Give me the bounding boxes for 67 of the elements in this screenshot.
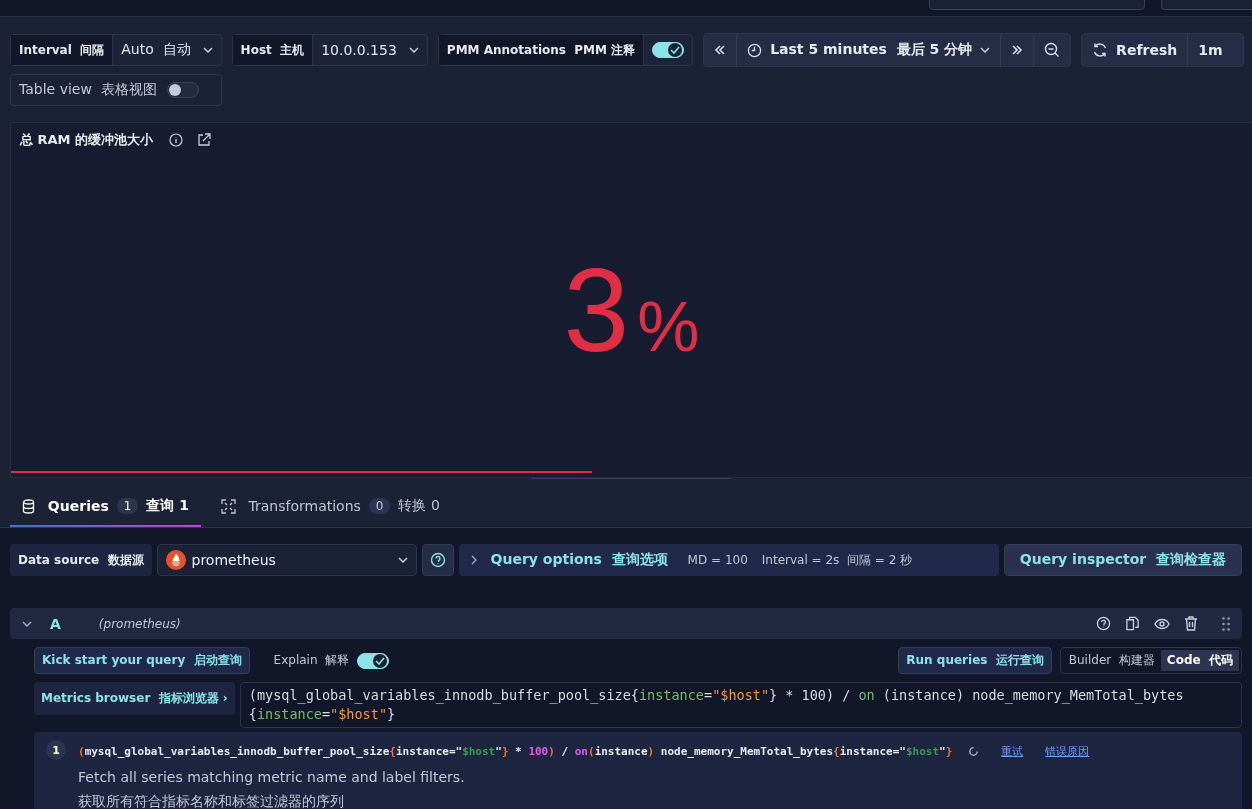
mode-option[interactable]: Builder 构建器 [1062,650,1161,671]
mode-option[interactable]: Code 代码 [1160,650,1239,671]
query-inspector-button[interactable]: Query inspector 查询检查器 [1003,544,1242,576]
data-source-select[interactable]: prometheus [156,544,417,576]
max-data-points: MD = 100 [687,553,748,567]
tab-caption: 转换 0 [398,497,440,515]
query-ref: A [50,615,61,632]
info-icon[interactable] [169,133,184,147]
query-editor[interactable]: (mysql_global_variables_innodb_buffer_pool_size{instance="$host"} * 100) / on (instance) node_memory_MemTotal_bytes {instance="$host"} [239,682,1242,728]
variable-label: PMM Annotations PMM 注释 [438,35,644,65]
metrics-browser-button[interactable]: Metrics browser 指标浏览器 › [34,682,235,715]
chevron-down-icon [202,47,213,53]
step-number: 1 [46,740,66,760]
help-icon [429,552,446,568]
count-badge: 1 [116,498,139,514]
loading-spinner-icon [968,746,980,757]
stat-value: 3 [563,251,630,369]
query-options-title: Query options 查询选项 [490,551,668,569]
step-description: Fetch all series matching metric name and label filters. [78,769,466,785]
refresh-button[interactable]: Refresh [1082,34,1188,66]
database-icon [22,498,35,514]
refresh-icon [1092,42,1109,58]
panel-title: 总 RAM 的缓冲池大小 [20,131,154,149]
eye-icon[interactable] [1154,617,1170,630]
run-queries-button[interactable]: Run queries 运行查询 [898,647,1052,674]
data-source-label: Data source 数据源 [10,544,152,576]
variable-label: Interval 间隔 [11,35,113,65]
tab[interactable]: Queries 1 查询 1 [10,493,202,527]
variable-select[interactable]: Auto 自动 [112,35,221,65]
refresh-interval-select[interactable]: 1m [1187,34,1243,66]
check-icon [375,656,386,665]
error-reason-link[interactable]: 错误原因 [1045,744,1090,759]
interval-info: Interval = 2s 间隔 = 2 秒 [761,551,913,569]
chevron-down-icon [408,47,419,53]
zoom-out-icon [1044,42,1061,58]
tab-caption: 查询 1 [146,497,190,515]
chevron-right-icon [470,555,477,565]
count-badge: 0 [368,498,391,514]
kick-start-button[interactable]: Kick start your query 启动查询 [34,647,250,674]
explain-label: Explain 解释 [273,652,350,669]
collapse-icon[interactable] [22,620,32,627]
copy-icon[interactable] [1125,616,1140,631]
variable-select[interactable]: 10.0.0.153 [312,35,427,65]
stat-unit: % [637,292,700,362]
external-link-icon[interactable] [197,133,212,147]
table-view-label: Table view 表格视图 [19,81,157,99]
query-source: (prometheus) [98,616,181,631]
tab[interactable]: Transformations 0 转换 0 [209,493,452,527]
clock-icon [747,42,763,58]
step-description: 获取所有符合指标名称和标签过滤器的序列 [78,793,345,809]
chevron-down-icon [397,557,408,563]
chevron-down-icon [980,47,991,53]
variable-label: Host 主机 [232,35,313,65]
help-icon[interactable] [1096,616,1111,631]
double-chevron-left-icon [714,45,727,55]
check-icon [670,46,681,54]
double-chevron-right-icon [1011,45,1024,55]
drag-handle-icon[interactable] [1222,616,1230,631]
query-options-bar[interactable]: Query options 查询选项 MD = 100 Interval = 2s 间隔 = 2 秒 [458,544,999,576]
retry-link[interactable]: 重试 [1001,744,1024,759]
help-button[interactable] [421,544,454,576]
resize-handle[interactable] [531,476,731,479]
transform-icon [221,498,237,514]
toggle-switch[interactable] [166,82,199,98]
flame-icon [165,550,186,570]
query-expression: (mysql_global_variables_innodb_buffer_pool_size{instance="$host"} * 100) / on(instance) node_memory_MemTotal_bytes{instance="$host"} [78,745,953,758]
trash-icon[interactable] [1184,616,1198,631]
